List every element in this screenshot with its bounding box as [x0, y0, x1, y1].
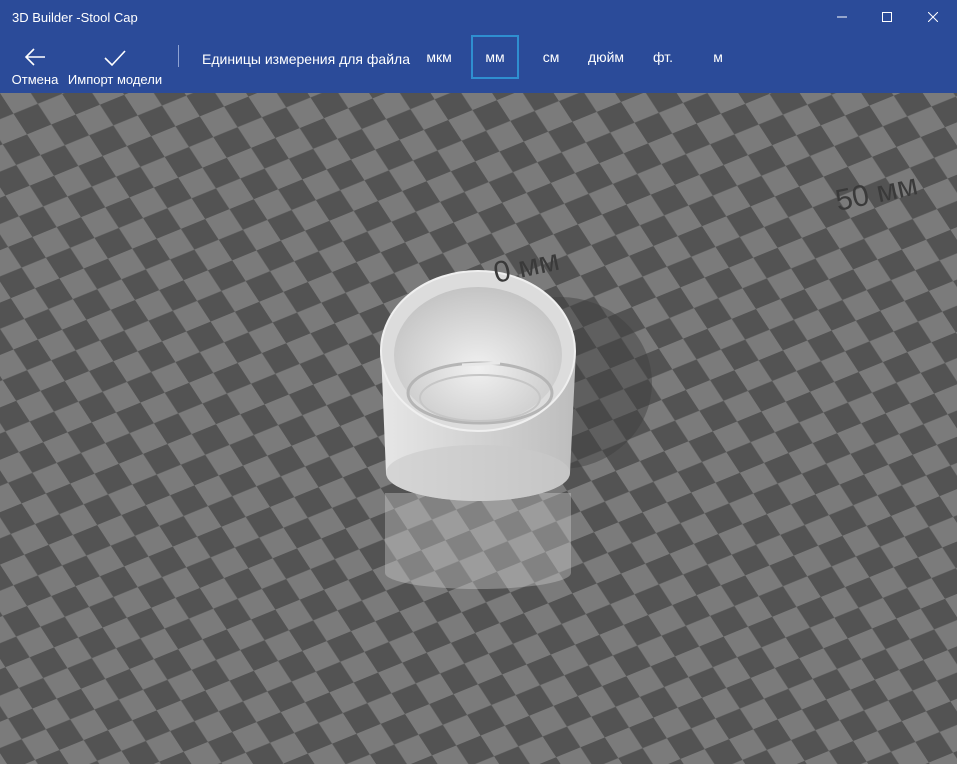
minimize-icon: [837, 9, 847, 27]
maximize-icon: [882, 9, 892, 27]
import-model-button[interactable]: Импорт модели: [68, 35, 162, 93]
window-title: 3D Builder -Stool Cap: [12, 10, 138, 25]
minimize-button[interactable]: [819, 0, 865, 35]
unit-label: фт.: [653, 49, 673, 65]
unit-label: дюйм: [587, 49, 625, 65]
unit-foot[interactable]: фт.: [644, 35, 682, 79]
maximize-button[interactable]: [864, 0, 910, 35]
title-bar: 3D Builder -Stool Cap: [0, 0, 957, 35]
unit-micrometer[interactable]: мкм: [418, 35, 460, 79]
toolbar-divider: [178, 45, 179, 67]
import-model-label: Импорт модели: [67, 72, 163, 87]
unit-label: мм: [485, 49, 505, 65]
unit-centimeter[interactable]: см: [531, 35, 571, 79]
toolbar: Отмена Импорт модели Единицы измерения д…: [0, 35, 957, 93]
cancel-button[interactable]: Отмена: [10, 35, 60, 93]
app-window: 3D Builder -Stool Cap Отмена Импорт моде…: [0, 0, 957, 764]
unit-label: см: [542, 49, 560, 65]
unit-meter[interactable]: м: [700, 35, 736, 79]
back-arrow-icon: [23, 35, 47, 67]
unit-label: м: [713, 49, 723, 65]
checkmark-icon: [103, 35, 127, 67]
close-icon: [927, 9, 939, 27]
unit-inch[interactable]: дюйм: [581, 35, 631, 79]
cancel-label: Отмена: [11, 72, 59, 87]
units-label: Единицы измерения для файла: [202, 51, 410, 67]
unit-label: мкм: [426, 49, 452, 65]
stool-cap-model[interactable]: [380, 270, 576, 501]
unit-millimeter[interactable]: мм: [471, 35, 519, 79]
3d-viewport[interactable]: 0 мм 50 мм: [0, 93, 957, 764]
close-button[interactable]: [910, 0, 956, 35]
model-reflection: [385, 493, 571, 589]
